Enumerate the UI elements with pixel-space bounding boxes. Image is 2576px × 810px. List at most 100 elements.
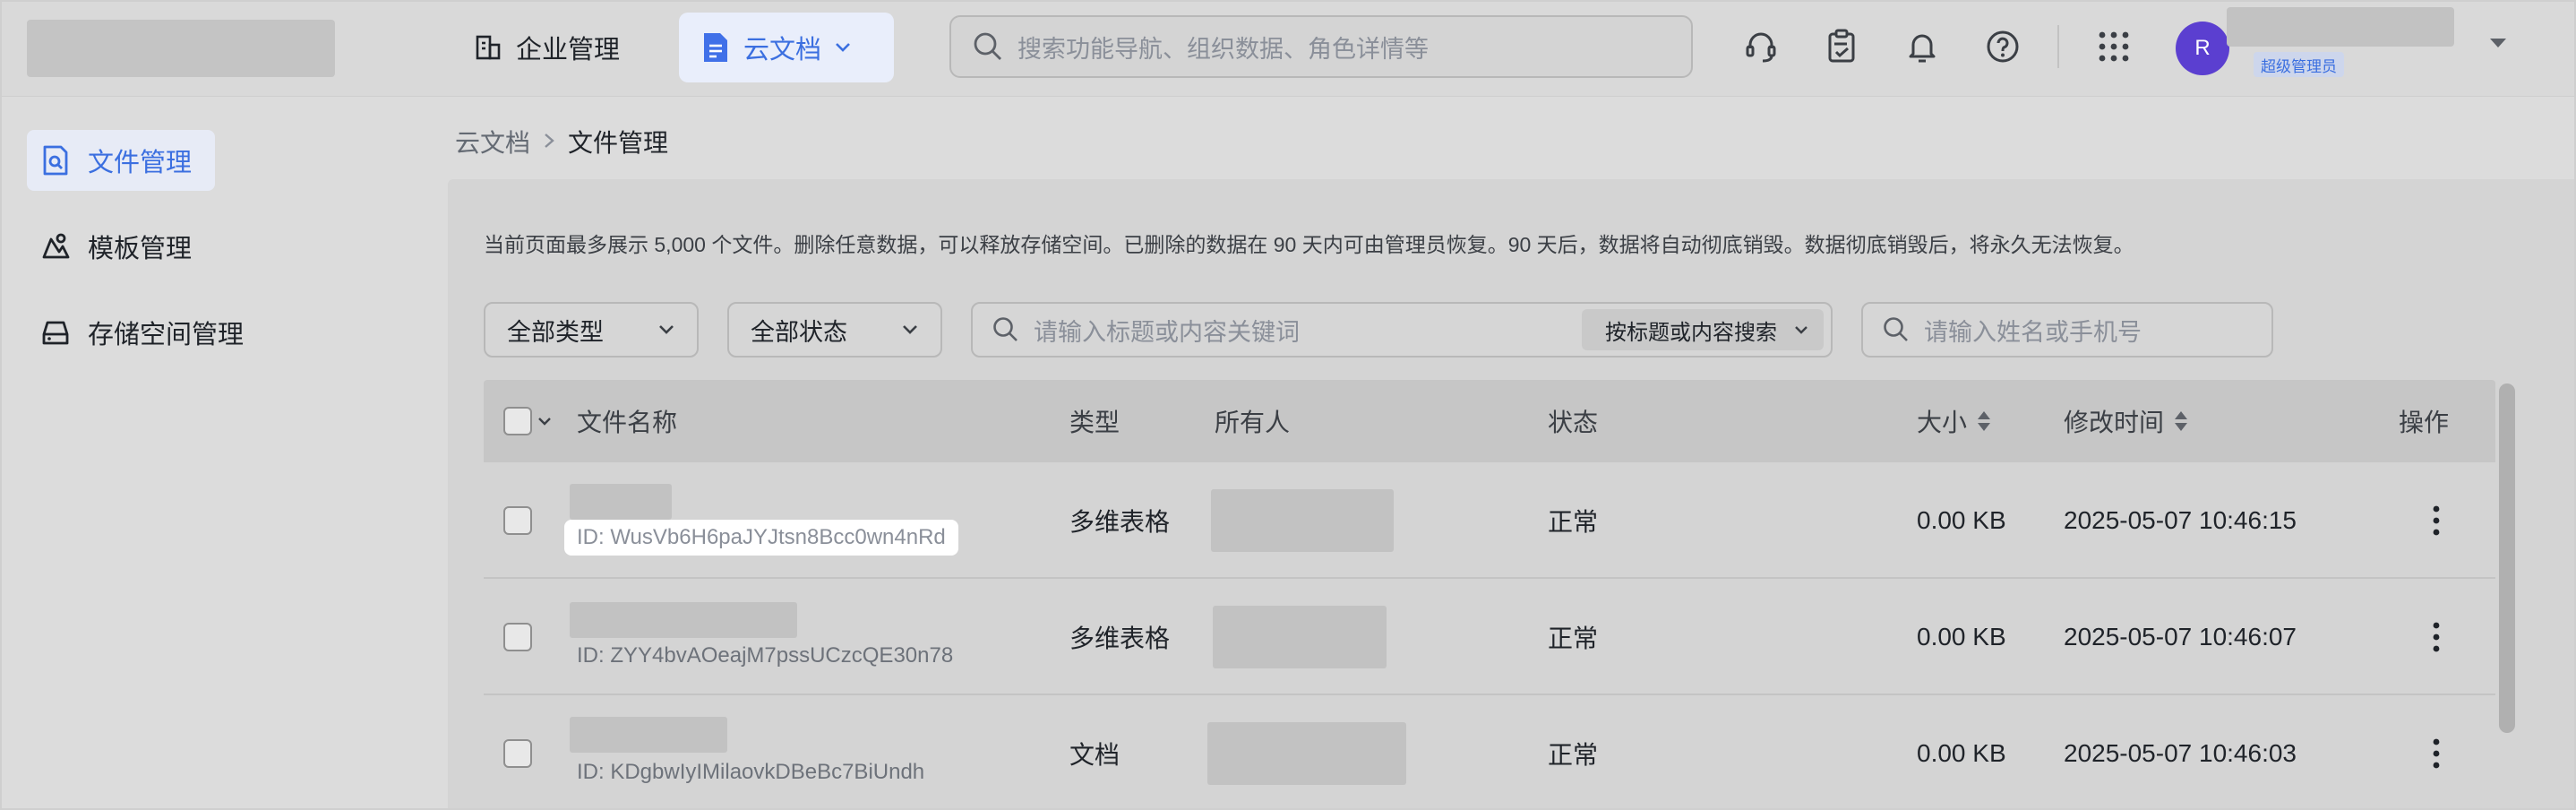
column-name: 文件名称 [577,409,678,436]
user-search-input[interactable]: 请输入姓名或手机号 [1861,302,2273,358]
search-icon [993,317,1018,341]
chevron-down-icon[interactable] [537,416,552,427]
role-badge: 超级管理员 [2254,52,2344,77]
sidebar-item-file-management[interactable]: 文件管理 [27,130,215,191]
type-filter-value: 全部类型 [507,318,604,346]
status-badge: 正常 [1548,625,1599,652]
chevron-down-icon [836,43,850,52]
chevron-down-icon [1795,326,1807,334]
file-size: 0.00 KB [1917,506,2006,534]
sidebar-item-label: 文件管理 [88,149,193,177]
more-vertical-icon [2433,622,2440,652]
breadcrumb-parent[interactable]: 云文档 [455,124,530,159]
checkbox[interactable] [503,407,532,435]
status-filter-value: 全部状态 [751,318,847,346]
file-id: ID: WusVb6H6paJYJtsn8Bcc0wn4nRd [564,520,958,556]
sort-icon [2175,411,2188,431]
row-checkbox[interactable] [503,623,532,651]
app-grid-icon [2099,31,2129,62]
status-badge: 正常 [1548,741,1599,769]
storage-icon [42,321,69,345]
file-owner [1207,722,1406,785]
modified-time: 2025-05-07 10:46:15 [2064,506,2297,534]
global-search-input[interactable]: 搜索功能导航、组织数据、角色详情等 [949,15,1693,78]
breadcrumb: 云文档 文件管理 [455,124,668,159]
template-icon [42,233,70,259]
search-icon [1884,317,1908,341]
column-status: 状态 [1548,409,1599,436]
column-modified: 修改时间 [2064,409,2165,436]
column-type: 类型 [1069,409,1121,436]
modified-time: 2025-05-07 10:46:07 [2064,623,2297,651]
file-name[interactable] [570,717,727,753]
more-vertical-icon [2433,505,2440,536]
row-more-button[interactable] [2414,579,2459,695]
chevron-down-icon [903,325,917,334]
file-search-icon [43,145,68,176]
nav-cloud-docs[interactable]: 云文档 [679,13,894,82]
file-size: 0.00 KB [1917,739,2006,767]
nav-cloud-docs-label: 云文档 [743,36,822,65]
column-size-sortable[interactable]: 大小 [1917,380,1992,462]
search-mode-select[interactable]: 按标题或内容搜索 [1582,309,1824,350]
tasks-button[interactable] [1818,23,1865,70]
sidebar-item-storage-management[interactable]: 存储空间管理 [27,302,262,363]
file-type: 多维表格 [1069,625,1171,652]
file-owner [1213,606,1387,668]
help-button[interactable] [1979,23,2026,70]
file-size: 0.00 KB [1917,623,2006,651]
row-more-button[interactable] [2414,462,2459,579]
file-id: ID: ZYY4bvAOeajM7pssUCzcQE30n78 [577,643,954,668]
sidebar-item-label: 模板管理 [88,235,193,263]
file-owner [1211,489,1394,552]
table-header: 文件名称 类型 所有人 状态 大小 修改时间 操作 [484,380,2495,462]
row-checkbox[interactable] [503,739,532,768]
status-filter-select[interactable]: 全部状态 [727,302,942,358]
headset-icon [1746,32,1776,63]
global-search-placeholder: 搜索功能导航、组织数据、角色详情等 [1018,35,1429,63]
company-logo[interactable] [27,20,335,77]
table-scrollbar[interactable] [2499,383,2515,733]
row-checkbox[interactable] [503,506,532,535]
type-filter-select[interactable]: 全部类型 [484,302,699,358]
more-vertical-icon [2433,738,2440,769]
app-launcher-button[interactable] [2091,23,2137,70]
notifications-button[interactable] [1899,23,1945,70]
sidebar-item-label: 存储空间管理 [88,321,245,349]
user-name [2227,7,2454,47]
nav-enterprise-label: 企业管理 [516,36,621,65]
help-icon [1987,30,2019,63]
search-mode-label: 按标题或内容搜索 [1605,320,1777,345]
table-row[interactable]: ID: ZYY4bvAOeajM7pssUCzcQE30n78 多维表格 正常 … [484,579,2495,695]
row-more-button[interactable] [2414,695,2459,810]
header-divider [2057,25,2059,68]
document-icon [704,33,727,62]
file-name[interactable] [570,484,672,520]
column-modified-sortable[interactable]: 修改时间 [2064,380,2189,462]
file-name[interactable] [570,602,797,638]
breadcrumb-separator-icon [543,127,555,156]
bell-icon [1909,34,1936,63]
nav-enterprise-management[interactable]: 企业管理 [459,13,636,82]
chevron-down-icon [659,325,674,334]
user-menu-toggle[interactable] [2488,36,2508,55]
column-actions: 操作 [2399,409,2450,436]
customer-service-button[interactable] [1738,23,1784,70]
select-all-checkbox[interactable] [503,380,552,462]
user-search-placeholder: 请输入姓名或手机号 [1924,318,2142,346]
role-badge-label: 超级管理员 [2261,57,2337,75]
file-type: 文档 [1069,741,1121,769]
top-bar: 企业管理 云文档 搜索功能导航、组织数据、角色详情等 R 超级管理员 [0,0,2576,97]
clipboard-check-icon [1828,29,1855,63]
table-row[interactable]: ID: WusVb6H6paJYJtsn8Bcc0wn4nRd 多维表格 正常 … [484,462,2495,579]
modified-time: 2025-05-07 10:46:03 [2064,739,2297,767]
caret-down-icon [2490,39,2506,47]
table-row[interactable]: ID: KDgbwIyIMilaovkDBeBc7BiUndh 文档 正常 0.… [484,695,2495,810]
sort-icon [1978,411,1991,431]
keyword-search-input[interactable]: 请输入标题或内容关键词 按标题或内容搜索 [971,302,1833,358]
search-icon [974,32,1001,60]
sidebar-item-template-management[interactable]: 模板管理 [27,216,210,277]
keyword-search-placeholder: 请输入标题或内容关键词 [1034,318,1300,346]
avatar[interactable]: R [2176,22,2229,75]
status-badge: 正常 [1548,508,1599,536]
